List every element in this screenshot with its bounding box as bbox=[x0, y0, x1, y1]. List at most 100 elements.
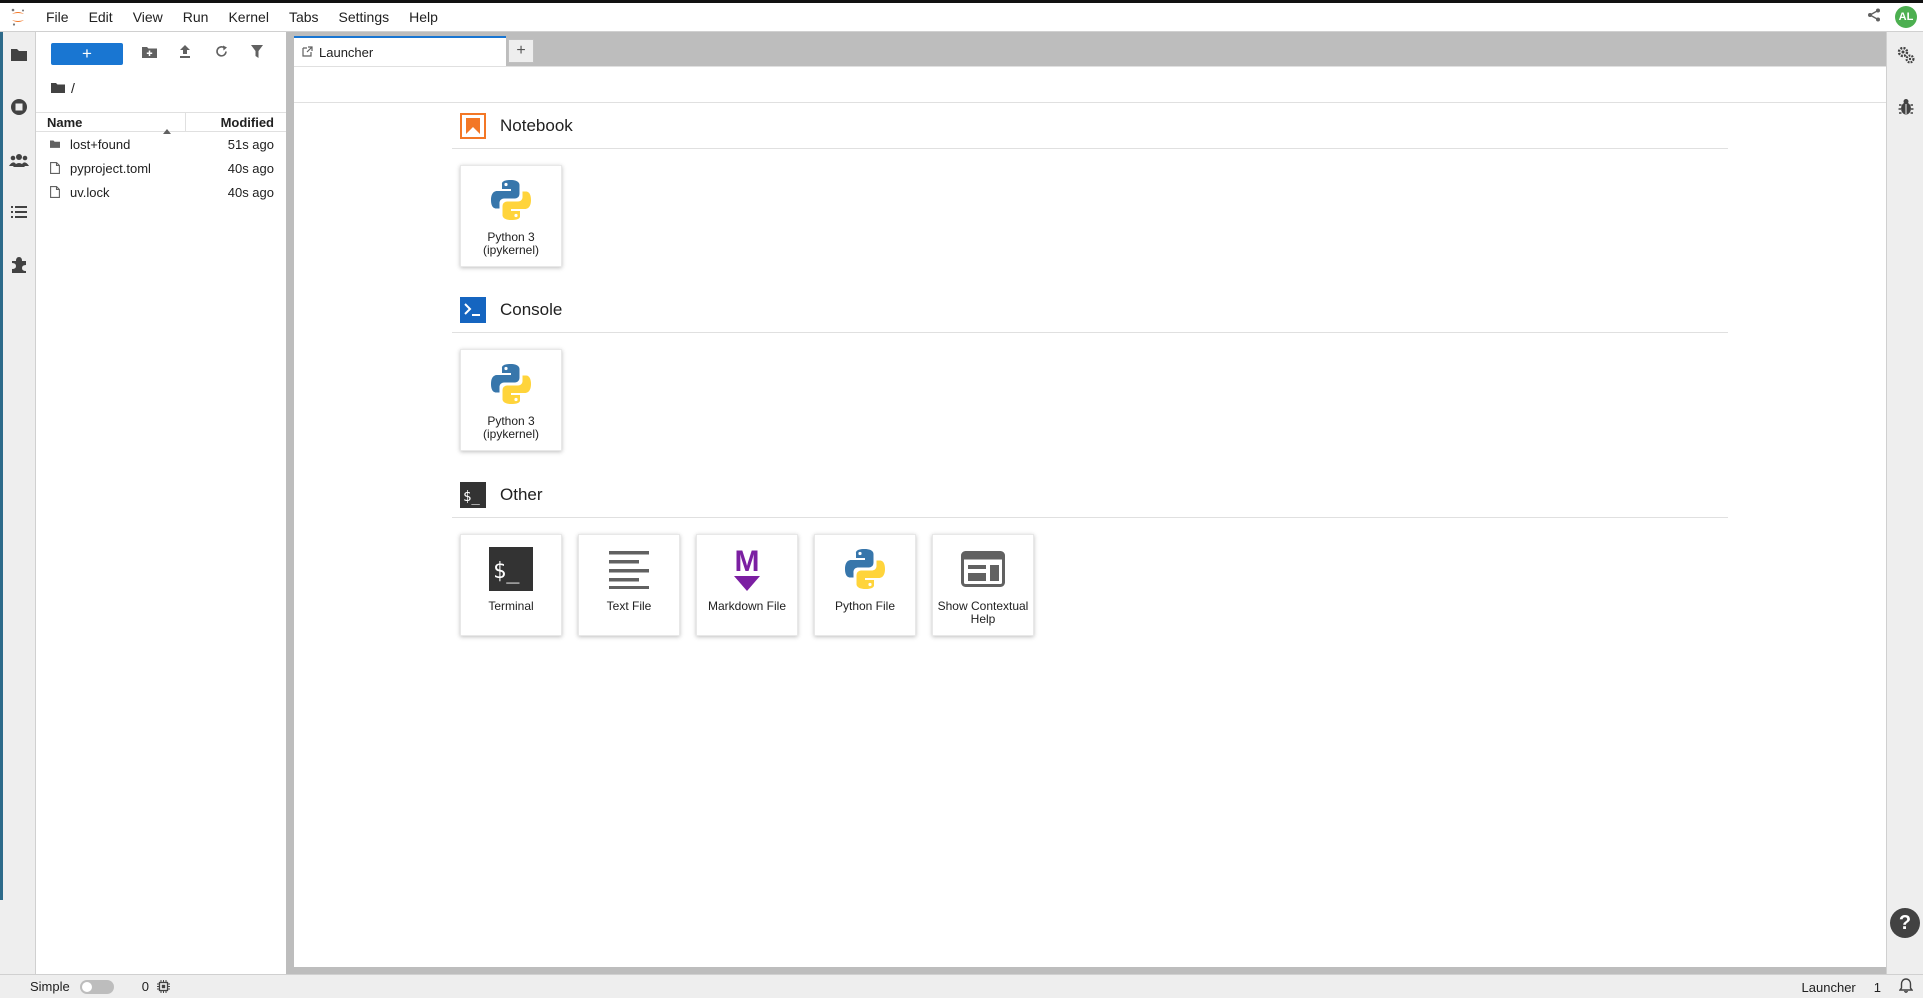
tab-launcher[interactable]: Launcher bbox=[294, 36, 506, 66]
card-label: Show Contextual Help bbox=[937, 599, 1029, 626]
running-kernels-count[interactable]: 0 bbox=[142, 979, 149, 994]
card-label: Markdown File bbox=[707, 599, 787, 613]
breadcrumb: / bbox=[36, 76, 286, 100]
console-section: Console Python 3 (ipykernel) bbox=[452, 287, 1728, 451]
card-label: Python 3 (ipykernel) bbox=[482, 230, 539, 257]
console-section-header: Console bbox=[452, 287, 1728, 333]
share-icon[interactable] bbox=[1867, 8, 1881, 27]
notebook-icon bbox=[460, 112, 486, 139]
python-icon bbox=[839, 543, 891, 595]
notebook-section-header: Notebook bbox=[452, 103, 1728, 149]
terminal-section-icon: $_ bbox=[460, 481, 486, 508]
svg-text:$_: $_ bbox=[463, 489, 480, 505]
launcher-panel: Notebook Python 3 (ipykernel) Console Py… bbox=[294, 66, 1886, 967]
file-browser-toolbar: + bbox=[36, 32, 286, 76]
card-label: Python File bbox=[834, 599, 896, 613]
file-list: lost+found 51s ago pyproject.toml 40s ag… bbox=[36, 132, 286, 204]
file-modified: 51s ago bbox=[227, 136, 274, 152]
modified-column-header[interactable]: Modified bbox=[186, 113, 286, 131]
notebook-section: Notebook Python 3 (ipykernel) bbox=[452, 103, 1728, 267]
bell-icon[interactable] bbox=[1898, 978, 1914, 996]
property-inspector-tab[interactable] bbox=[1891, 42, 1921, 72]
contextual-help-icon bbox=[957, 543, 1009, 595]
file-name: pyproject.toml bbox=[70, 160, 151, 176]
list-icon bbox=[11, 205, 27, 224]
status-bar-right: Launcher 1 bbox=[1802, 975, 1914, 998]
python-icon bbox=[485, 358, 537, 410]
contextual-help-card[interactable]: Show Contextual Help bbox=[932, 534, 1034, 636]
name-column-label: Name bbox=[47, 115, 83, 130]
users-icon bbox=[9, 153, 29, 172]
simple-mode-toggle[interactable] bbox=[79, 979, 114, 994]
launcher-icon bbox=[302, 45, 313, 60]
running-sessions-tab[interactable] bbox=[4, 94, 34, 124]
right-activity-bar bbox=[1886, 32, 1923, 974]
section-title: Console bbox=[500, 299, 563, 319]
menu-bar-right: AL bbox=[1867, 6, 1917, 28]
new-launcher-button[interactable]: + bbox=[51, 43, 123, 65]
file-row-pyproject[interactable]: pyproject.toml 40s ago bbox=[36, 156, 286, 180]
folder-icon bbox=[10, 47, 28, 67]
text-file-card[interactable]: Text File bbox=[578, 534, 680, 636]
status-bar: Simple 0 Launcher 1 bbox=[0, 974, 1923, 998]
folder-icon bbox=[36, 139, 60, 149]
other-section-header: $_ Other bbox=[452, 472, 1728, 518]
menu-help[interactable]: Help bbox=[399, 3, 448, 32]
card-label: Terminal bbox=[488, 599, 534, 613]
notification-count[interactable]: 1 bbox=[1874, 980, 1881, 995]
filter-button[interactable] bbox=[239, 42, 275, 66]
simple-mode-label: Simple bbox=[30, 979, 70, 994]
new-folder-button[interactable] bbox=[131, 42, 167, 66]
file-icon bbox=[36, 162, 60, 174]
file-browser-tab[interactable] bbox=[4, 42, 34, 72]
jupyter-logo-icon[interactable] bbox=[0, 8, 36, 26]
menu-kernel[interactable]: Kernel bbox=[218, 3, 278, 32]
kernel-status-icon[interactable] bbox=[156, 980, 170, 993]
name-column-header[interactable]: Name bbox=[36, 113, 186, 134]
menu-edit[interactable]: Edit bbox=[79, 3, 123, 32]
terminal-icon: $_ bbox=[485, 543, 537, 595]
debugger-tab[interactable] bbox=[1891, 94, 1921, 124]
menu-run[interactable]: Run bbox=[173, 3, 219, 32]
panel-splitter[interactable] bbox=[286, 32, 294, 974]
markdown-file-card[interactable]: M Markdown File bbox=[696, 534, 798, 636]
new-folder-icon bbox=[141, 45, 157, 63]
text-file-icon bbox=[603, 543, 655, 595]
menu-tabs[interactable]: Tabs bbox=[279, 3, 329, 32]
user-avatar[interactable]: AL bbox=[1895, 6, 1917, 28]
puzzle-icon bbox=[10, 256, 28, 279]
terminal-card[interactable]: $_ Terminal bbox=[460, 534, 562, 636]
extensions-tab[interactable] bbox=[4, 252, 34, 282]
bug-icon bbox=[1898, 98, 1914, 121]
python-icon bbox=[485, 174, 537, 226]
breadcrumb-folder-icon[interactable] bbox=[51, 80, 65, 96]
file-row-lost-found[interactable]: lost+found 51s ago bbox=[36, 132, 286, 156]
refresh-button[interactable] bbox=[203, 42, 239, 66]
tab-bar: Launcher + bbox=[294, 32, 1886, 66]
svg-text:$_: $_ bbox=[493, 559, 520, 584]
add-tab-button[interactable]: + bbox=[508, 39, 534, 63]
console-cards: Python 3 (ipykernel) bbox=[452, 349, 1728, 451]
python-file-card[interactable]: Python File bbox=[814, 534, 916, 636]
file-modified: 40s ago bbox=[227, 160, 274, 176]
upload-icon bbox=[179, 45, 191, 63]
collaboration-tab[interactable] bbox=[4, 147, 34, 177]
notebook-python3-card[interactable]: Python 3 (ipykernel) bbox=[460, 165, 562, 267]
menu-view[interactable]: View bbox=[123, 3, 173, 32]
sort-ascending-icon bbox=[163, 120, 171, 139]
menu-settings[interactable]: Settings bbox=[329, 3, 400, 32]
left-activity-bar bbox=[0, 32, 36, 974]
jupyterlab-window: File Edit View Run Kernel Tabs Settings … bbox=[0, 0, 1923, 998]
section-title: Notebook bbox=[500, 115, 573, 135]
file-row-uv-lock[interactable]: uv.lock 40s ago bbox=[36, 180, 286, 204]
help-button[interactable]: ? bbox=[1890, 908, 1920, 938]
menu-file[interactable]: File bbox=[36, 3, 79, 32]
main-dock-area: Launcher + Notebook Python 3 (ipykernel)… bbox=[294, 32, 1886, 974]
card-label: Python 3 (ipykernel) bbox=[482, 414, 539, 441]
table-of-contents-tab[interactable] bbox=[4, 199, 34, 229]
other-cards: $_ Terminal Text File M Markdown File Py… bbox=[452, 534, 1728, 636]
console-python3-card[interactable]: Python 3 (ipykernel) bbox=[460, 349, 562, 451]
markdown-icon: M bbox=[721, 543, 773, 595]
upload-button[interactable] bbox=[167, 42, 203, 66]
breadcrumb-root[interactable]: / bbox=[71, 80, 75, 96]
